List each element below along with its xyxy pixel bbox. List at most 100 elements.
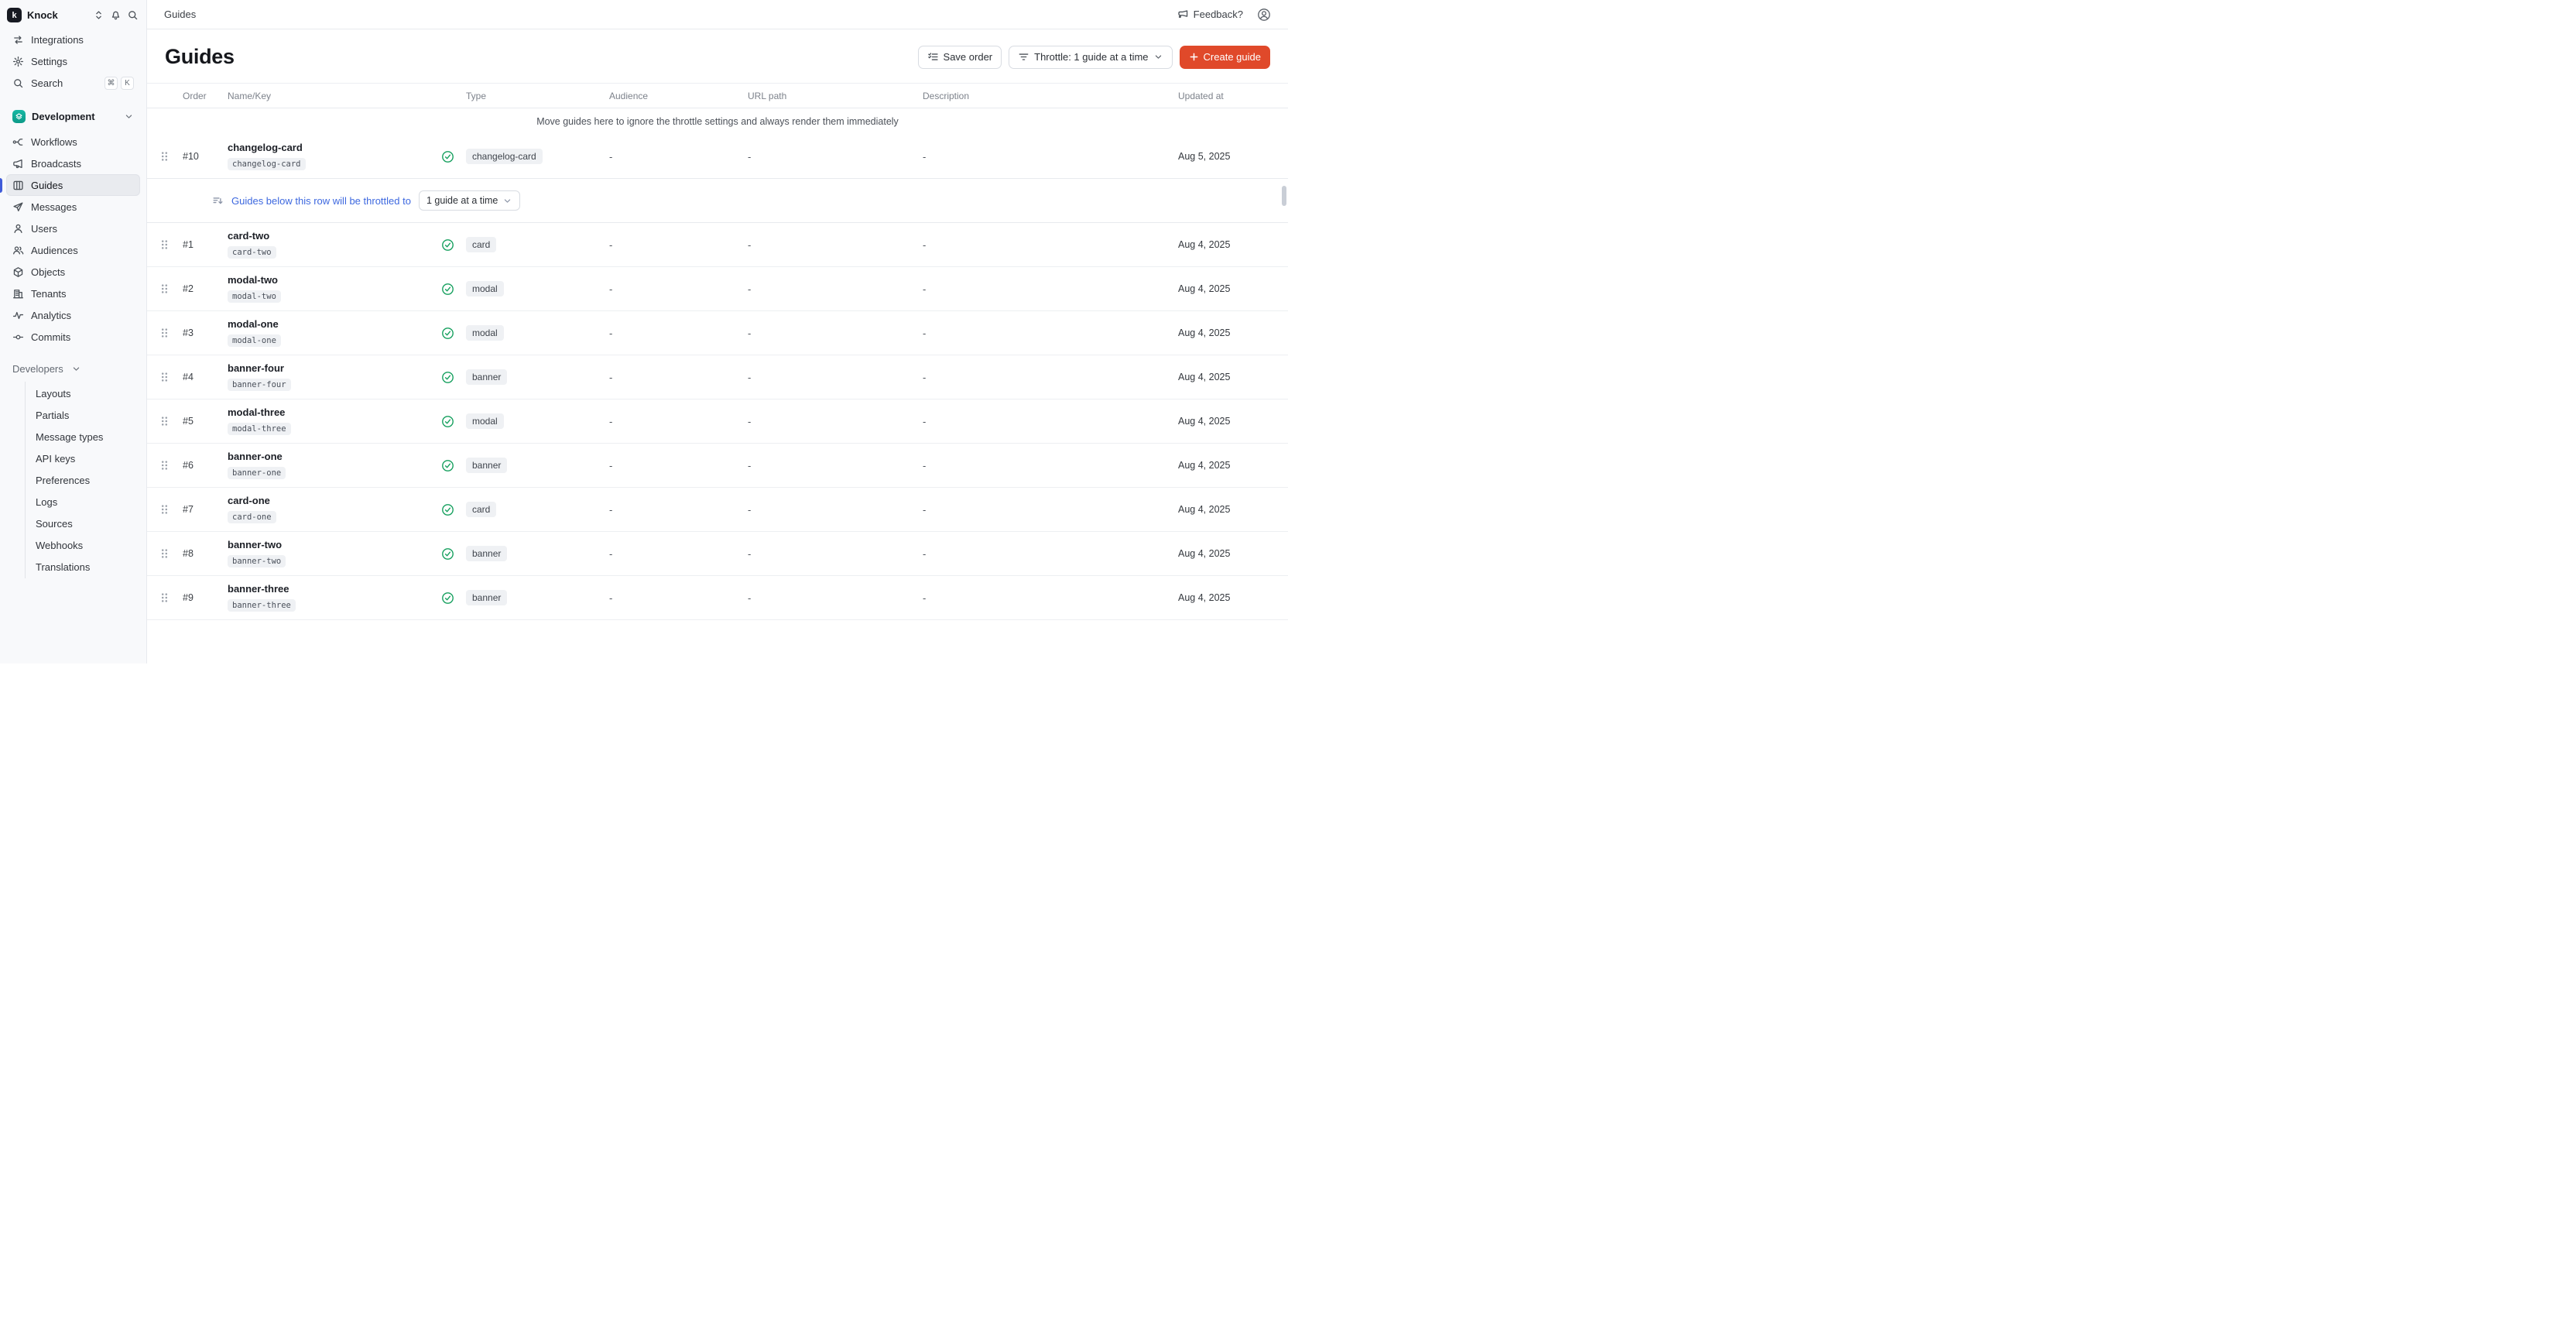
guide-url-path: -	[748, 327, 923, 339]
guide-audience: -	[609, 504, 748, 516]
environment-icon	[12, 110, 26, 123]
guide-order: #10	[183, 151, 228, 162]
search-icon[interactable]	[127, 9, 139, 21]
guide-row-changelog-card[interactable]: #10 changelog-card changelog-card change…	[147, 135, 1288, 179]
list-check-icon	[927, 51, 939, 63]
guide-name: banner-two	[228, 540, 441, 550]
sidebar-item-api-keys[interactable]: API keys	[26, 447, 140, 469]
sidebar-item-sources[interactable]: Sources	[26, 513, 140, 534]
drag-handle-icon[interactable]	[159, 415, 183, 427]
guide-updated-at: Aug 4, 2025	[1178, 416, 1276, 427]
chevron-down-icon	[124, 111, 134, 122]
scrollbar-thumb[interactable]	[1282, 186, 1286, 206]
sidebar-item-workflows[interactable]: Workflows	[6, 131, 140, 153]
sidebar-item-search[interactable]: Search ⌘K	[6, 72, 140, 94]
section-developers-label: Developers	[12, 363, 63, 375]
sidebar-item-tenants[interactable]: Tenants	[6, 283, 140, 304]
sidebar-item-broadcasts[interactable]: Broadcasts	[6, 153, 140, 174]
sidebar-item-objects[interactable]: Objects	[6, 261, 140, 283]
sidebar-item-commits[interactable]: Commits	[6, 326, 140, 348]
app-window: k Knock Integrations Settings Search ⌘K …	[0, 0, 1288, 664]
section-developers[interactable]: Developers	[6, 357, 140, 380]
throttle-divider-link[interactable]: Guides below this row will be throttled …	[231, 195, 411, 207]
section-development[interactable]: Development	[6, 105, 140, 128]
messages-icon	[12, 201, 24, 213]
throttle-count-select[interactable]: 1 guide at a time	[419, 190, 520, 211]
sidebar-item-layouts[interactable]: Layouts	[26, 382, 140, 404]
sidebar-item-analytics[interactable]: Analytics	[6, 304, 140, 326]
drag-handle-icon[interactable]	[159, 591, 183, 604]
column-header-url-path: URL path	[748, 91, 923, 101]
sidebar-item-label: Users	[31, 224, 57, 234]
drag-handle-icon[interactable]	[159, 327, 183, 339]
guide-type-badge: banner	[466, 546, 507, 561]
guide-updated-at: Aug 4, 2025	[1178, 548, 1276, 559]
guide-description: -	[923, 372, 1178, 383]
guide-url-path: -	[748, 283, 923, 295]
status-active-icon	[441, 150, 466, 163]
sidebar-item-integrations[interactable]: Integrations	[6, 29, 140, 50]
sidebar-developers-nav: LayoutsPartialsMessage typesAPI keysPref…	[25, 382, 146, 578]
chevron-down-icon	[502, 196, 512, 206]
drag-handle-icon[interactable]	[159, 503, 183, 516]
sidebar-item-label: Logs	[36, 496, 57, 508]
guide-row-banner-two[interactable]: #8 banner-two banner-two banner - - - Au…	[147, 532, 1288, 576]
sidebar-item-label: Translations	[36, 561, 90, 573]
sidebar-item-settings[interactable]: Settings	[6, 50, 140, 72]
sidebar-item-audiences[interactable]: Audiences	[6, 239, 140, 261]
sidebar-item-label: Webhooks	[36, 540, 83, 551]
guide-name-cell: banner-one banner-one	[228, 451, 441, 479]
sidebar-top-nav: Integrations Settings Search ⌘K	[0, 27, 146, 95]
drag-handle-icon[interactable]	[159, 238, 183, 251]
guide-updated-at: Aug 4, 2025	[1178, 239, 1276, 250]
guide-row-banner-one[interactable]: #6 banner-one banner-one banner - - - Au…	[147, 444, 1288, 488]
commits-icon	[12, 331, 24, 343]
bell-icon[interactable]	[110, 9, 122, 21]
throttle-button[interactable]: Throttle: 1 guide at a time	[1009, 46, 1172, 69]
sidebar-item-label: Tenants	[31, 289, 67, 299]
drag-handle-icon[interactable]	[159, 459, 183, 471]
feedback-button[interactable]: Feedback?	[1177, 9, 1243, 20]
sidebar-item-messages[interactable]: Messages	[6, 196, 140, 218]
drag-handle-icon[interactable]	[159, 283, 183, 295]
guide-row-modal-two[interactable]: #2 modal-two modal-two modal - - - Aug 4…	[147, 267, 1288, 311]
sidebar-item-webhooks[interactable]: Webhooks	[26, 534, 140, 556]
guide-row-banner-three[interactable]: #9 banner-three banner-three banner - - …	[147, 576, 1288, 620]
guide-name: changelog-card	[228, 142, 441, 153]
guide-name-cell: card-one card-one	[228, 495, 441, 523]
section-development-label: Development	[32, 111, 95, 122]
workspace-switcher-icon[interactable]	[93, 9, 104, 21]
sidebar-item-message-types[interactable]: Message types	[26, 426, 140, 447]
sidebar-item-guides[interactable]: Guides	[6, 174, 140, 196]
drag-handle-icon[interactable]	[159, 150, 183, 163]
guide-key: banner-one	[228, 467, 286, 479]
guide-row-banner-four[interactable]: #4 banner-four banner-four banner - - - …	[147, 355, 1288, 399]
throttle-label: Throttle: 1 guide at a time	[1034, 51, 1148, 63]
sidebar-item-preferences[interactable]: Preferences	[26, 469, 140, 491]
create-guide-button[interactable]: Create guide	[1180, 46, 1270, 69]
guide-name: modal-one	[228, 319, 441, 330]
drag-handle-icon[interactable]	[159, 371, 183, 383]
guide-description: -	[923, 151, 1178, 163]
guide-description: -	[923, 416, 1178, 427]
sidebar-item-translations[interactable]: Translations	[26, 556, 140, 578]
guide-row-modal-three[interactable]: #5 modal-three modal-three modal - - - A…	[147, 399, 1288, 444]
sidebar-item-logs[interactable]: Logs	[26, 491, 140, 513]
guide-key: card-two	[228, 246, 276, 259]
sidebar-item-partials[interactable]: Partials	[26, 404, 140, 426]
sidebar-item-label: Broadcasts	[31, 159, 81, 169]
guide-row-card-one[interactable]: #7 card-one card-one card - - - Aug 4, 2…	[147, 488, 1288, 532]
save-order-button[interactable]: Save order	[918, 46, 1002, 69]
guide-row-card-two[interactable]: #1 card-two card-two card - - - Aug 4, 2…	[147, 223, 1288, 267]
user-menu-button[interactable]	[1257, 8, 1271, 22]
sidebar-item-users[interactable]: Users	[6, 218, 140, 239]
guide-type-badge: card	[466, 237, 496, 252]
sidebar-item-label: Sources	[36, 518, 73, 530]
sidebar-item-label: Commits	[31, 332, 70, 342]
guide-row-modal-one[interactable]: #3 modal-one modal-one modal - - - Aug 4…	[147, 311, 1288, 355]
breadcrumb: Guides	[164, 9, 196, 20]
guide-type-cell: banner	[466, 458, 609, 473]
guide-updated-at: Aug 4, 2025	[1178, 504, 1276, 515]
workspace-switcher[interactable]: k Knock	[0, 0, 146, 27]
drag-handle-icon[interactable]	[159, 547, 183, 560]
